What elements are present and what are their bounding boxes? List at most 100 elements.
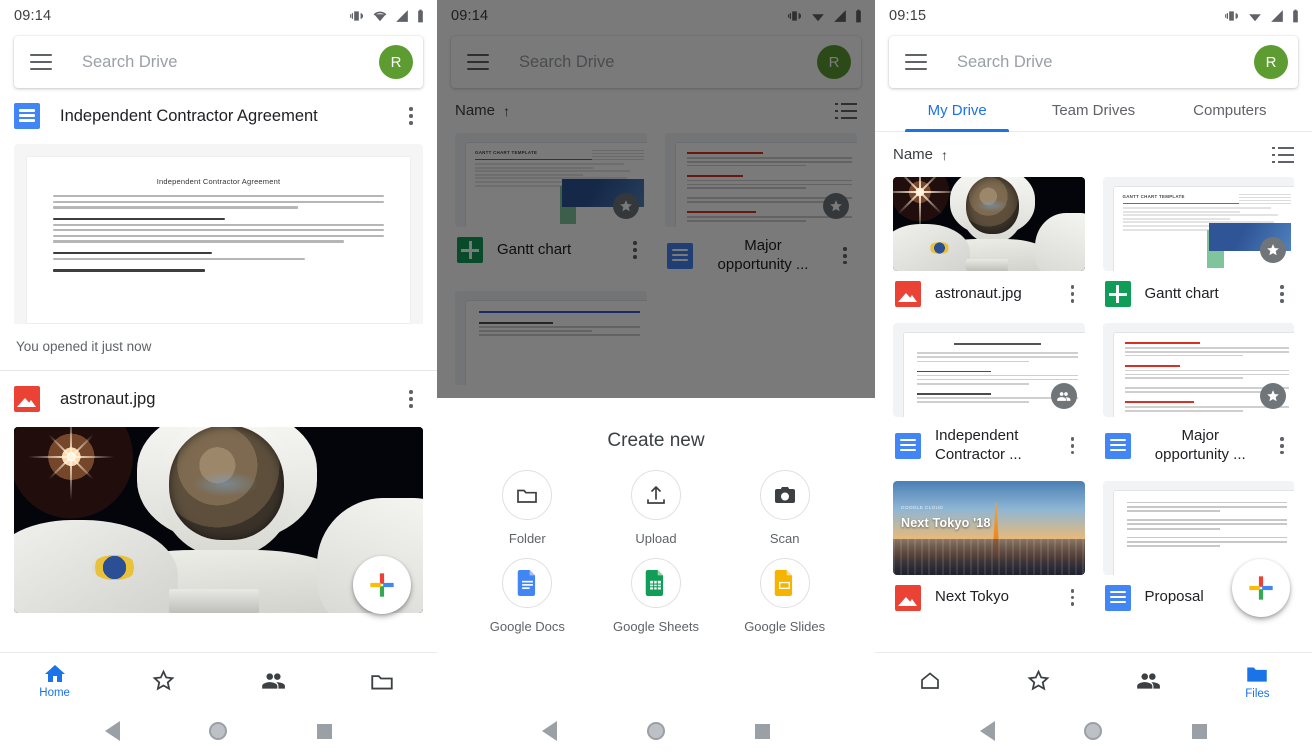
star-icon <box>1266 243 1280 257</box>
thumbnail: GOOGLE CLOUD Next Tokyo '18 <box>893 481 1085 575</box>
battery-icon <box>854 9 863 23</box>
file-tile[interactable]: GANTT CHART TEMPLATE <box>1103 177 1295 307</box>
create-option-google-sheets[interactable]: Google Sheets <box>592 558 721 634</box>
tab-my-drive[interactable]: My Drive <box>889 88 1025 131</box>
system-home-button[interactable] <box>1084 722 1102 740</box>
system-back-button[interactable] <box>542 721 557 741</box>
system-recents-button[interactable] <box>317 724 332 739</box>
avatar[interactable]: R <box>1254 45 1288 79</box>
tile-name: Gantt chart <box>1145 285 1257 304</box>
system-back-button[interactable] <box>105 721 120 741</box>
create-option-label: Upload <box>635 531 676 546</box>
sort-row: Name ↑ <box>437 88 875 129</box>
system-back-button[interactable] <box>980 721 995 741</box>
recent-file-row-doc[interactable]: Independent Contractor Agreement <box>0 88 437 144</box>
recent-file-row-image[interactable]: astronaut.jpg <box>0 371 437 427</box>
create-option-google-docs[interactable]: Google Docs <box>463 558 592 634</box>
sidebar-item-home[interactable] <box>875 669 984 693</box>
system-home-button[interactable] <box>209 722 227 740</box>
create-new-fab[interactable] <box>353 556 411 614</box>
system-navigation-bar <box>437 708 875 754</box>
more-options-icon[interactable] <box>1270 282 1294 306</box>
sidebar-item-shared[interactable] <box>1094 668 1203 694</box>
menu-icon[interactable] <box>905 54 927 70</box>
google-docs-icon <box>667 243 693 269</box>
create-option-scan[interactable]: Scan <box>720 470 849 546</box>
more-options-icon[interactable] <box>399 104 423 128</box>
menu-icon[interactable] <box>467 54 489 70</box>
panel-my-drive: 09:15 Search Drive R My Drive Team Drive… <box>875 0 1312 754</box>
tile-name: Next Tokyo <box>935 588 1047 607</box>
list-view-icon[interactable] <box>835 103 857 119</box>
sidebar-item-files[interactable]: Files <box>1203 661 1312 700</box>
camera-icon-button[interactable] <box>760 470 810 520</box>
system-home-button[interactable] <box>647 722 665 740</box>
star-icon <box>829 199 843 213</box>
create-option-label: Google Docs <box>490 619 565 634</box>
search-input[interactable]: Search Drive <box>82 53 379 72</box>
more-options-icon[interactable] <box>1061 282 1085 306</box>
upload-icon-button[interactable] <box>631 470 681 520</box>
sidebar-item-home[interactable]: Home <box>0 662 109 699</box>
menu-icon[interactable] <box>30 54 52 70</box>
google-slides-icon <box>774 570 795 596</box>
create-option-google-slides[interactable]: Google Slides <box>720 558 849 634</box>
folder-icon-button[interactable] <box>502 470 552 520</box>
sort-label[interactable]: Name <box>893 146 933 163</box>
google-docs-icon-button[interactable] <box>502 558 552 608</box>
file-tile[interactable]: Major opportunity ... <box>665 133 857 275</box>
status-time: 09:15 <box>889 8 926 24</box>
document-page: Independent Contractor Agreement <box>26 156 411 324</box>
google-sheets-icon-button[interactable] <box>631 558 681 608</box>
more-options-icon[interactable] <box>833 244 857 268</box>
document-preview-card[interactable]: Independent Contractor Agreement <box>14 144 423 324</box>
upload-icon <box>644 483 668 507</box>
search-input[interactable]: Search Drive <box>957 53 1254 72</box>
more-options-icon[interactable] <box>399 387 423 411</box>
file-tile[interactable]: Major opportunity ... <box>1103 323 1295 465</box>
create-option-folder[interactable]: Folder <box>463 470 592 546</box>
thumbnail <box>893 177 1085 271</box>
search-bar-container: Search Drive R <box>0 32 437 88</box>
drive-tabs: My Drive Team Drives Computers <box>875 88 1312 132</box>
file-tile[interactable]: GANTT CHART TEMPLATE <box>455 133 647 275</box>
file-tile[interactable]: astronaut.jpg <box>893 177 1085 307</box>
system-recents-button[interactable] <box>1192 724 1207 739</box>
list-view-icon[interactable] <box>1272 147 1294 163</box>
avatar[interactable]: R <box>379 45 413 79</box>
search-bar[interactable]: Search Drive R <box>451 36 861 88</box>
sidebar-item-starred[interactable] <box>109 668 218 693</box>
system-recents-button[interactable] <box>755 724 770 739</box>
battery-icon <box>416 9 425 23</box>
search-input[interactable]: Search Drive <box>519 53 817 72</box>
tile-meta: Major opportunity ... <box>665 227 857 275</box>
more-options-icon[interactable] <box>623 238 647 262</box>
sidebar-item-files[interactable] <box>328 668 437 694</box>
preview-heading: Independent Contractor Agreement <box>53 177 384 186</box>
search-bar[interactable]: Search Drive R <box>889 36 1298 88</box>
image-file-icon <box>14 386 40 412</box>
star-icon <box>151 668 176 693</box>
tab-team-drives[interactable]: Team Drives <box>1025 88 1161 131</box>
file-tile[interactable]: GOOGLE CLOUD Next Tokyo '18 Next Tokyo <box>893 481 1085 611</box>
tab-computers[interactable]: Computers <box>1162 88 1298 131</box>
sidebar-item-starred[interactable] <box>984 668 1093 693</box>
create-option-upload[interactable]: Upload <box>592 470 721 546</box>
starred-badge <box>823 193 849 219</box>
avatar[interactable]: R <box>817 45 851 79</box>
sort-direction-icon[interactable]: ↑ <box>503 103 510 119</box>
folder-icon <box>1244 661 1270 687</box>
search-bar[interactable]: Search Drive R <box>14 36 423 88</box>
file-tile[interactable]: Independent Contractor ... <box>893 323 1085 465</box>
file-tile[interactable] <box>455 291 647 385</box>
overlay-subtitle: GOOGLE CLOUD <box>901 505 943 510</box>
sort-direction-icon[interactable]: ↑ <box>941 147 948 163</box>
more-options-icon[interactable] <box>1061 434 1085 458</box>
google-slides-icon-button[interactable] <box>760 558 810 608</box>
create-new-fab[interactable] <box>1232 559 1290 617</box>
sort-label[interactable]: Name <box>455 102 495 119</box>
more-options-icon[interactable] <box>1270 434 1294 458</box>
sidebar-item-shared[interactable] <box>219 668 328 694</box>
starred-badge <box>1260 237 1286 263</box>
more-options-icon[interactable] <box>1061 586 1085 610</box>
